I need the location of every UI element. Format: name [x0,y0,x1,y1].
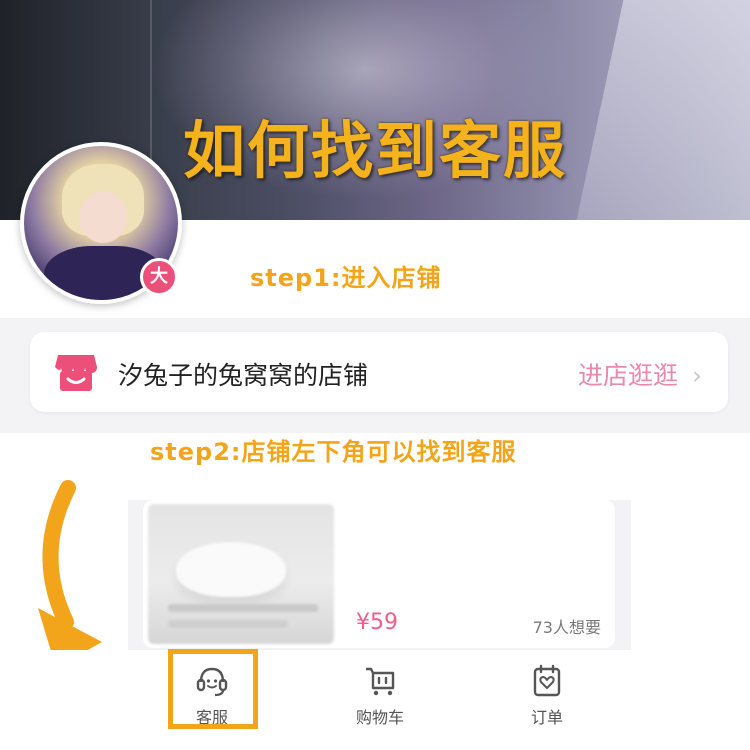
chevron-right-icon: › [692,361,702,390]
orders-icon [533,664,561,697]
avatar-face [79,191,127,243]
service-highlight-box [168,649,258,729]
product-image-subject [176,542,286,597]
nav-label-cart: 购物车 [355,708,404,727]
cart-icon [366,667,395,696]
product-price: ¥59 [356,610,398,635]
enter-shop-link[interactable]: 进店逛逛 › [578,356,702,392]
shop-name: 汐兔子的兔窝窝的店铺 [118,361,369,390]
enter-shop-label: 进店逛逛 [577,361,678,390]
nav-label-orders: 订单 [530,708,563,727]
product-card[interactable]: ¥59 73人想要 [143,500,615,648]
product-image-text [168,620,288,628]
store-icon [55,355,97,391]
avatar-badge: 大 [140,258,178,296]
product-image[interactable] [148,504,334,644]
bottom-nav: 客服 购物车 订单 [0,650,750,750]
shop-card[interactable]: 汐兔子的兔窝窝的店铺 进店逛逛 › [30,332,728,412]
product-image-text [168,604,318,612]
nav-orders[interactable]: 订单 [492,650,602,730]
want-count: 73人想要 [532,618,601,637]
step2-label: step2:店铺左下角可以找到客服 [150,438,517,466]
step1-label: step1:进入店铺 [250,264,442,292]
nav-cart[interactable]: 购物车 [325,650,435,730]
